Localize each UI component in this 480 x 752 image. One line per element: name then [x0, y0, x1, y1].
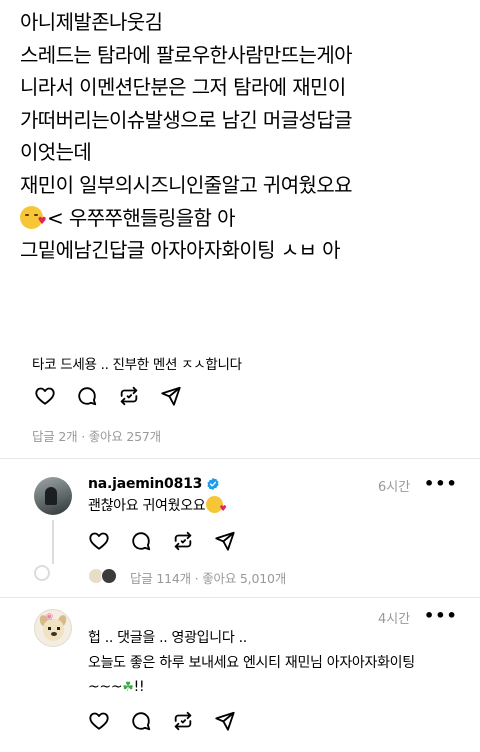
- comment-icon[interactable]: [130, 710, 152, 732]
- avatar[interactable]: [34, 477, 72, 515]
- post-line: < 우쭈쭈핸들링을함 아: [47, 205, 235, 230]
- reply-avatars: [88, 568, 122, 584]
- reply-text: 괜찮아요 귀여웠오요: [88, 495, 226, 517]
- send-icon[interactable]: [214, 530, 236, 552]
- reply-text-content: 괜찮아요 귀여웠오요: [88, 498, 206, 514]
- post-line: 재민이 일부의시즈니인줄알고 귀여웠오요: [20, 172, 353, 197]
- reply-action-bar: [88, 710, 256, 732]
- repost-icon[interactable]: [172, 710, 194, 732]
- kissing-face-emoji-icon: [206, 496, 226, 513]
- verified-badge-icon: [207, 477, 219, 491]
- post-line: 이엇는데: [20, 140, 92, 165]
- divider: [0, 458, 480, 459]
- post-line: 니라서 이멘션단분은 그저 탐라에 재민이: [20, 75, 346, 100]
- heart-icon[interactable]: [88, 710, 110, 732]
- quoted-mention-text: 타코 드세용 .. 진부한 멘션 ㅈㅅ합니다: [32, 357, 242, 373]
- avatar[interactable]: ❀: [34, 609, 72, 647]
- post-action-bar: [34, 385, 202, 407]
- mini-avatar: [101, 568, 117, 584]
- reply-stats[interactable]: 답글 114개 · 좋아요 5,010개: [130, 568, 286, 587]
- reply-text-content: ~~~: [88, 679, 123, 695]
- reply-action-bar: [88, 530, 256, 552]
- post-body: 아니제발존나웃김 스레드는 탐라에 팔로우한사람만뜨는게아 니라서 이멘션단분은…: [20, 6, 470, 267]
- comment-icon[interactable]: [76, 385, 98, 407]
- reply-text: 오늘도 좋은 하루 보내세요 엔시티 재민님 아자아자화이팅: [88, 655, 415, 671]
- clover-emoji-icon: ☘: [122, 680, 134, 695]
- post-line: 스레드는 탐라에 팔로우한사람만뜨는게아: [20, 42, 353, 67]
- post-line-with-emoji: ♥ < 우쭈쭈핸들링을함 아: [20, 202, 470, 235]
- divider: [0, 597, 480, 598]
- more-options-icon[interactable]: •••: [424, 474, 458, 493]
- more-options-icon[interactable]: •••: [424, 606, 458, 625]
- post-stats[interactable]: 답글 2개 · 좋아요 257개: [32, 426, 161, 445]
- thread-line: [52, 520, 54, 564]
- reply-text: ~~~☘!!: [88, 676, 145, 699]
- comment-icon[interactable]: [130, 530, 152, 552]
- thread-curl: [34, 565, 50, 581]
- post-line: 가떠버리는이슈발생으로 남긴 머글성답글: [20, 107, 353, 132]
- reply-text-content: !!: [133, 679, 145, 695]
- post-line: 아니제발존나웃김: [20, 10, 163, 34]
- reply-text: 헙 .. 댓글을 .. 영광입니다 ..: [88, 630, 247, 646]
- timestamp: 4시간: [378, 612, 411, 627]
- repost-icon[interactable]: [118, 385, 140, 407]
- heart-icon[interactable]: [34, 385, 56, 407]
- post-line: 그밑에남긴답글 아자아자화이팅 ㅅㅂ 아: [20, 238, 340, 263]
- username[interactable]: na.jaemin0813: [88, 476, 202, 492]
- send-icon[interactable]: [214, 710, 236, 732]
- send-icon[interactable]: [160, 385, 182, 407]
- kissing-face-emoji-icon: ♥: [20, 205, 47, 229]
- repost-icon[interactable]: [172, 530, 194, 552]
- heart-icon[interactable]: [88, 530, 110, 552]
- timestamp: 6시간: [378, 480, 411, 495]
